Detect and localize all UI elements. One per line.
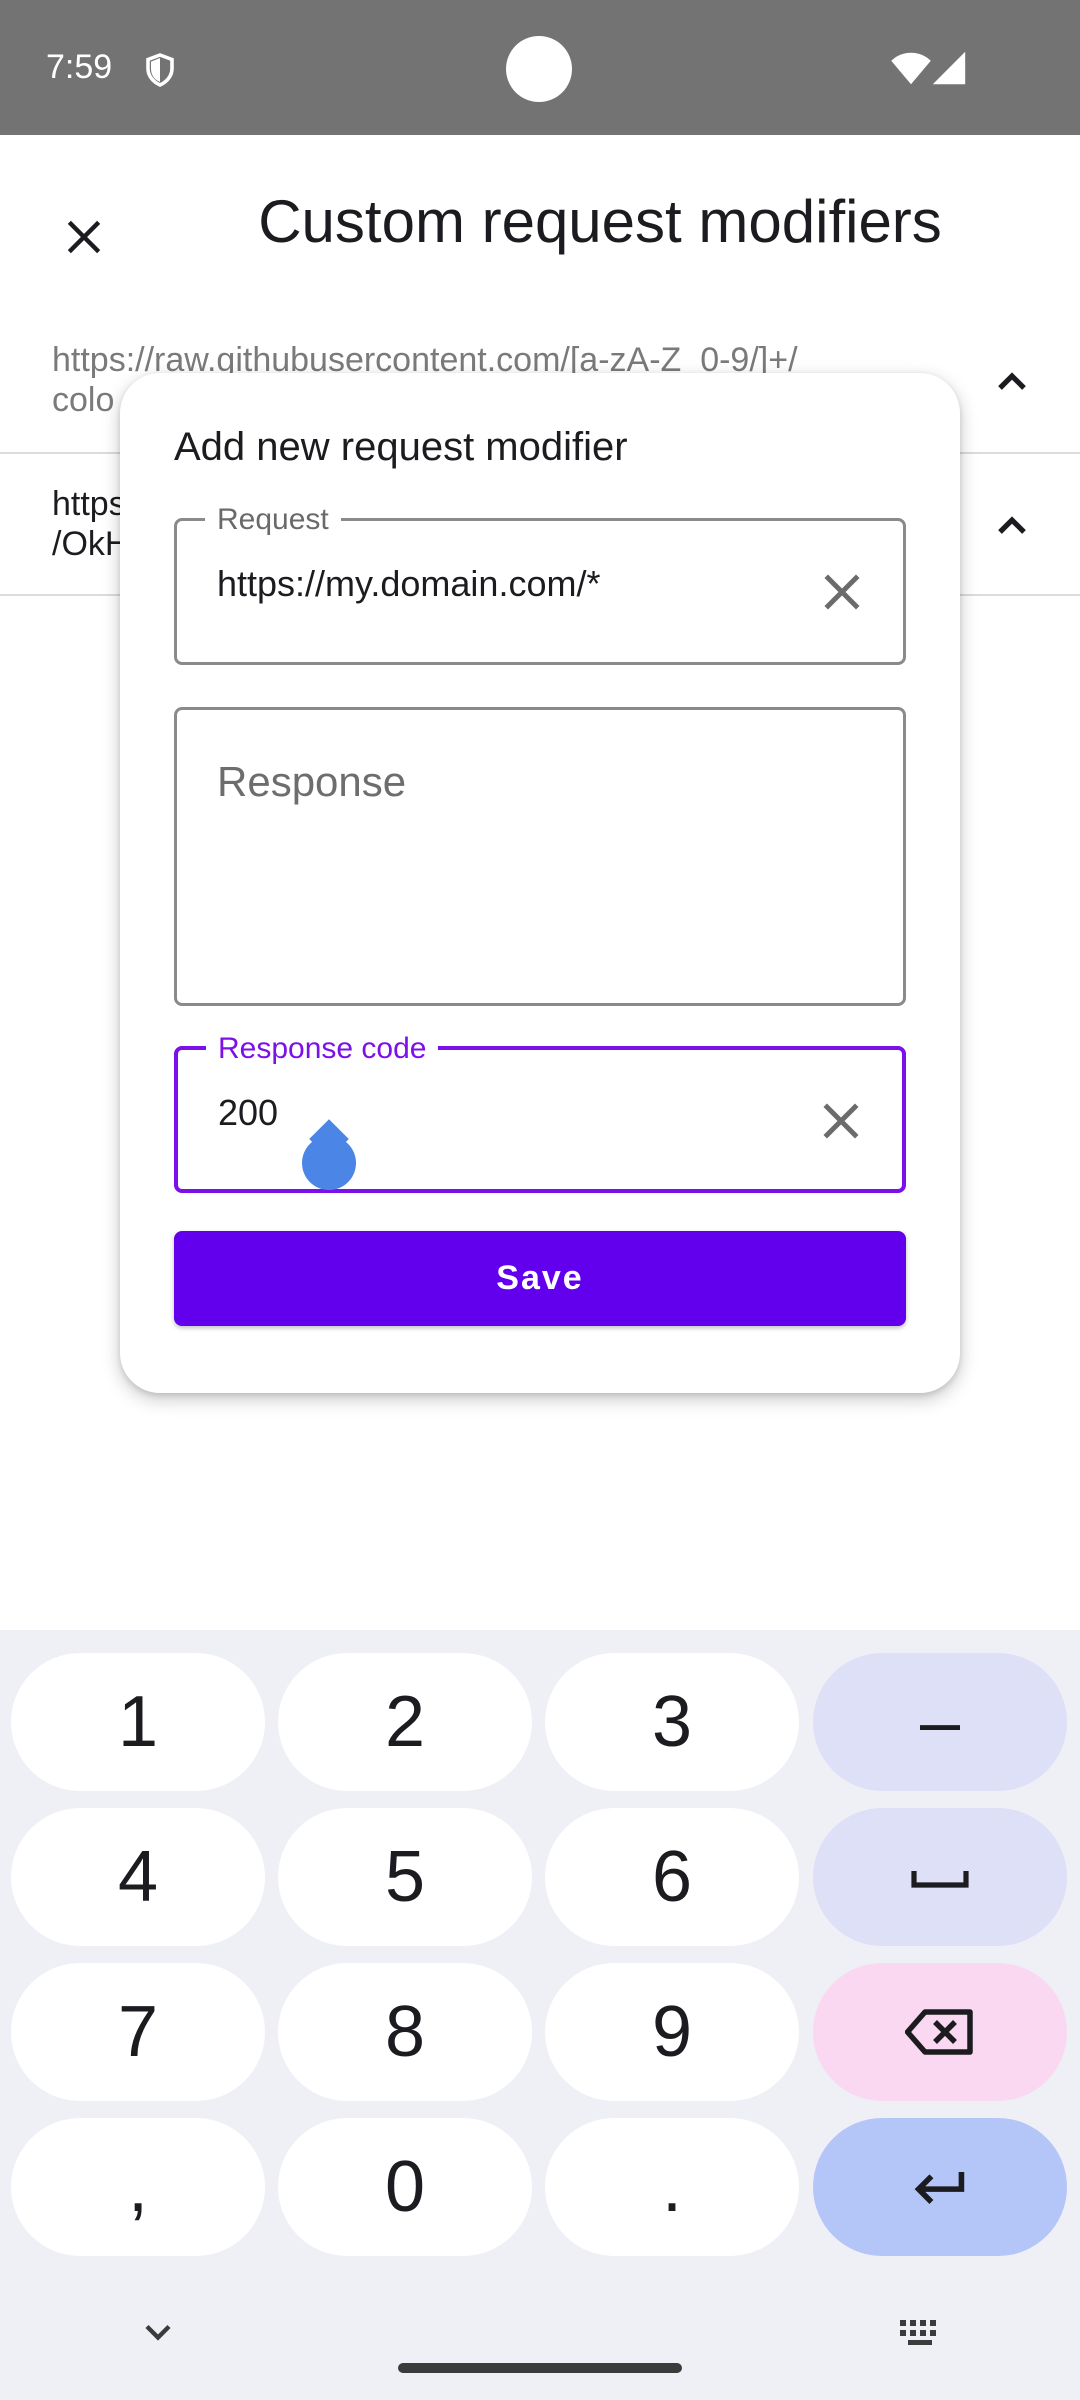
request-field[interactable]: Request https://my.domain.com/* bbox=[174, 503, 906, 665]
request-label: Request bbox=[205, 503, 341, 537]
add-modifier-dialog: Add new request modifier Request https:/… bbox=[120, 373, 960, 1393]
key-2[interactable]: 2 bbox=[278, 1653, 532, 1791]
response-code-field[interactable]: Response code 200 bbox=[174, 1032, 906, 1193]
dialog-title: Add new request modifier bbox=[174, 425, 628, 469]
key-9[interactable]: 9 bbox=[545, 1963, 799, 2101]
shield-icon bbox=[146, 53, 174, 87]
response-code-value[interactable]: 200 bbox=[218, 1092, 278, 1134]
key-period[interactable]: . bbox=[545, 2118, 799, 2256]
key-comma[interactable]: , bbox=[11, 2118, 265, 2256]
key-5[interactable]: 5 bbox=[278, 1808, 532, 1946]
key-8[interactable]: 8 bbox=[278, 1963, 532, 2101]
app-bar: Custom request modifiers bbox=[0, 135, 1080, 310]
key-7[interactable]: 7 bbox=[11, 1963, 265, 2101]
response-field[interactable]: Response bbox=[174, 707, 906, 1006]
key-minus[interactable]: – bbox=[813, 1653, 1067, 1791]
response-code-label: Response code bbox=[206, 1032, 439, 1066]
request-value[interactable]: https://my.domain.com/* bbox=[217, 563, 600, 605]
key-enter[interactable] bbox=[813, 2118, 1067, 2256]
keyboard-icon[interactable] bbox=[896, 2312, 944, 2352]
save-button[interactable]: Save bbox=[174, 1231, 906, 1326]
enter-icon bbox=[914, 2172, 965, 2204]
key-6[interactable]: 6 bbox=[545, 1808, 799, 1946]
chevron-down-icon[interactable] bbox=[136, 2310, 180, 2354]
clear-icon[interactable] bbox=[814, 1094, 868, 1148]
space-icon bbox=[911, 1871, 969, 1888]
key-space[interactable] bbox=[813, 1808, 1067, 1946]
numeric-keyboard: 1 2 3 – 4 5 6 7 8 9 , 0 . bbox=[0, 1630, 1080, 2400]
chevron-up-icon[interactable] bbox=[988, 358, 1036, 406]
key-4[interactable]: 4 bbox=[11, 1808, 265, 1946]
signal-icon bbox=[932, 51, 966, 85]
backspace-icon bbox=[905, 2009, 973, 2055]
status-time: 7:59 bbox=[46, 48, 113, 86]
key-0[interactable]: 0 bbox=[278, 2118, 532, 2256]
key-1[interactable]: 1 bbox=[11, 1653, 265, 1791]
home-indicator[interactable] bbox=[398, 2363, 682, 2373]
chevron-up-icon[interactable] bbox=[988, 502, 1036, 550]
response-placeholder: Response bbox=[217, 758, 407, 805]
clear-icon[interactable] bbox=[815, 565, 869, 619]
wifi-icon bbox=[891, 52, 931, 85]
text-cursor-handle[interactable] bbox=[302, 1136, 356, 1190]
page-title: Custom request modifiers bbox=[258, 188, 942, 255]
key-backspace[interactable] bbox=[813, 1963, 1067, 2101]
status-bar: 7:59 bbox=[0, 0, 1080, 135]
key-3[interactable]: 3 bbox=[545, 1653, 799, 1791]
camera-cutout bbox=[506, 36, 572, 102]
